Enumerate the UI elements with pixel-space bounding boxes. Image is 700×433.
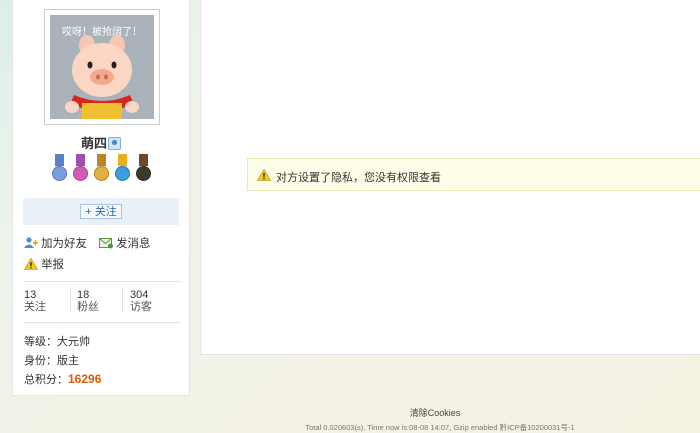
user-badge-icon	[108, 137, 121, 150]
medal-iron-cross-icon[interactable]	[134, 154, 153, 188]
role-row: 身份：版主	[24, 352, 79, 368]
warning-icon	[24, 258, 38, 270]
privacy-notice-text: 对方设置了隐私，您没有权限查看	[276, 172, 441, 184]
avatar-frame[interactable]: 哎呀！被抢阔了！	[44, 9, 160, 125]
message-icon	[99, 238, 113, 249]
divider	[23, 322, 181, 323]
role-label: 身份：	[24, 355, 57, 367]
medal-gold-cross-icon[interactable]	[92, 154, 111, 188]
send-message-link[interactable]: 发消息	[99, 235, 151, 251]
divider	[23, 281, 181, 282]
level-row: 等级：大元帅	[24, 333, 90, 349]
pig-illustration	[65, 35, 139, 119]
stat-label: 关注	[24, 301, 46, 313]
username[interactable]: 萌四	[81, 136, 107, 151]
follow-bar: + 关注	[23, 198, 179, 225]
points-label: 总积分：	[24, 374, 68, 386]
avatar[interactable]: 哎呀！被抢阔了！	[50, 15, 154, 119]
role-value: 版主	[57, 355, 79, 367]
footer-info: Total 0.020603(s), Time now is:08-08 14:…	[305, 423, 575, 432]
username-row: 萌四	[13, 133, 189, 152]
add-friend-label: 加为好友	[41, 238, 87, 250]
warning-icon	[257, 169, 271, 181]
send-message-label: 发消息	[116, 238, 151, 250]
clear-cookies-link[interactable]: 清除Cookies	[0, 406, 700, 419]
level-value: 大元帅	[57, 336, 90, 348]
divider	[122, 288, 123, 312]
points-value: 16296	[68, 372, 102, 386]
report-label: 举报	[41, 259, 64, 271]
stat-label: 访客	[130, 301, 152, 313]
stat-following[interactable]: 13 关注	[24, 289, 46, 313]
stat-value: 18	[77, 289, 90, 301]
stat-value: 13	[24, 289, 37, 301]
stat-fans[interactable]: 18 粉丝	[77, 289, 99, 313]
level-label: 等级：	[24, 336, 57, 348]
add-friend-icon	[24, 237, 38, 248]
report-link[interactable]: 举报	[24, 256, 64, 272]
medal-blue-icon[interactable]	[50, 154, 69, 188]
stat-value: 304	[130, 289, 149, 301]
divider	[70, 288, 71, 312]
stat-label: 粉丝	[77, 301, 99, 313]
medal-purple-icon[interactable]	[71, 154, 90, 188]
medal-list	[50, 154, 153, 188]
medal-doraemon-icon[interactable]	[113, 154, 132, 188]
points-row: 总积分：16296	[24, 371, 101, 387]
follow-button[interactable]: + 关注	[80, 204, 122, 219]
add-friend-link[interactable]: 加为好友	[24, 235, 87, 251]
profile-sidebar: 哎呀！被抢阔了！ 萌四 + 关注 加为好友 发消息 举报 13 关注 18 粉丝…	[12, 0, 190, 396]
main-content: 对方设置了隐私，您没有权限查看	[200, 0, 700, 355]
privacy-notice: 对方设置了隐私，您没有权限查看	[247, 158, 700, 191]
stat-visitors[interactable]: 304 访客	[130, 289, 152, 313]
